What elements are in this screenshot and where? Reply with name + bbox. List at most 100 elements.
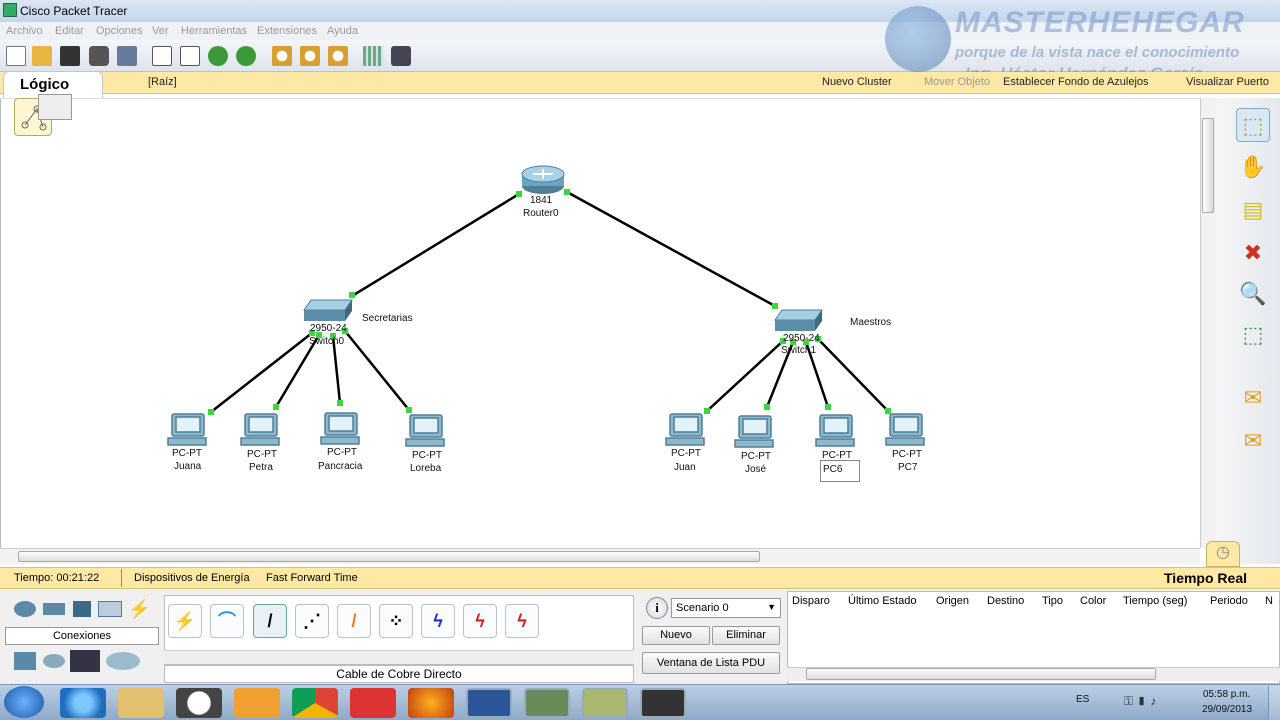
pc-type: PC-PT <box>892 449 922 460</box>
router-icon[interactable] <box>521 165 565 194</box>
pc-icon[interactable] <box>885 413 925 446</box>
pc-type: PC-PT <box>247 449 277 460</box>
pc-name: Juana <box>174 461 202 472</box>
phone-cable-icon[interactable]: ⁘ <box>379 604 413 638</box>
serial-dce-icon[interactable]: ϟ <box>463 604 497 638</box>
column-header[interactable]: Destino <box>987 595 1024 607</box>
add-complex-pdu-icon[interactable]: ✉ <box>1236 424 1270 458</box>
custom-devices-category-icon[interactable] <box>70 650 100 672</box>
scenario-select[interactable]: Scenario 0 ▼ <box>671 598 781 618</box>
clock-app-icon[interactable] <box>176 688 222 718</box>
internet-explorer-icon[interactable] <box>60 688 106 718</box>
fiber-icon[interactable]: / <box>337 604 371 638</box>
pc-name: Petra <box>249 462 273 473</box>
multiuser-connection-icon[interactable] <box>106 652 140 670</box>
pc-type: PC-PT <box>671 448 701 459</box>
pc-type: PC-PT <box>412 450 442 461</box>
tray-icons[interactable]: ⚿▮♪ <box>1124 694 1174 708</box>
new-scenario-button[interactable]: Nuevo <box>642 626 710 645</box>
connections-category-icon[interactable]: ⚡ <box>128 599 150 619</box>
switch1-model: 2950-24 <box>783 333 820 344</box>
console-cable-icon[interactable]: ⌒ <box>210 604 244 638</box>
scenario-selected: Scenario 0 <box>676 602 729 614</box>
pc-type: PC-PT <box>741 451 771 462</box>
auto-connection-icon[interactable]: ⚡ <box>168 604 202 638</box>
pc-name: PC7 <box>898 462 918 473</box>
switch1-name: Switch1 <box>781 345 817 356</box>
horizontal-scroll-thumb[interactable] <box>18 551 760 562</box>
media-player-icon[interactable] <box>234 688 280 718</box>
switch1-icon[interactable] <box>774 309 823 331</box>
select-tool-icon[interactable]: ⬚ <box>1236 108 1270 142</box>
realtime-mode-icon[interactable]: ◷ <box>1206 541 1240 567</box>
column-header[interactable]: Disparo <box>792 595 830 607</box>
pdu-table-scroll-thumb[interactable] <box>806 668 1156 680</box>
todoist-icon[interactable] <box>350 688 396 718</box>
copper-straight-through-icon[interactable]: / <box>253 604 287 638</box>
switch0-name: Switch0 <box>309 336 345 347</box>
pc-name-edit-field[interactable]: PC6 <box>820 460 860 482</box>
column-header[interactable]: Periodo <box>1210 595 1248 607</box>
column-header[interactable]: Tipo <box>1042 595 1063 607</box>
column-header[interactable]: Último Estado <box>848 595 916 607</box>
column-header[interactable]: Tiempo (seg) <box>1123 595 1187 607</box>
hubs-category-icon[interactable] <box>73 601 91 617</box>
router-model: 1841 <box>530 195 553 206</box>
chrome-icon[interactable] <box>292 688 338 718</box>
router-name: Router0 <box>523 208 559 219</box>
language-indicator[interactable]: ES <box>1076 694 1089 705</box>
add-simple-pdu-icon[interactable]: ✉ <box>1236 381 1270 415</box>
realtime-mode-label[interactable]: Tiempo Real <box>1164 570 1247 586</box>
start-button[interactable] <box>4 686 44 718</box>
device-list-scrollbar[interactable] <box>164 650 634 664</box>
pc-icon[interactable] <box>665 413 705 446</box>
time-display: Tiempo: 00:21:22 <box>14 572 100 584</box>
switches-category-icon[interactable] <box>43 603 65 615</box>
switch0-model: 2950-24 <box>310 323 347 334</box>
clock-time[interactable]: 05:58 p.m. <box>1203 689 1250 700</box>
pc-type: PC-PT <box>327 447 357 458</box>
switch0-icon[interactable] <box>303 299 353 321</box>
file-explorer-icon[interactable] <box>118 688 164 718</box>
column-header[interactable]: Color <box>1080 595 1106 607</box>
camera-app-icon[interactable] <box>640 688 686 718</box>
pc-name: Juan <box>674 462 696 473</box>
word-icon[interactable] <box>466 688 512 718</box>
packet-tracer-task-icon[interactable] <box>524 688 570 718</box>
firefox-icon[interactable] <box>408 688 454 718</box>
pc-name: Pancracia <box>318 461 363 472</box>
routers-category-icon[interactable] <box>14 601 36 617</box>
pc-icon[interactable] <box>240 413 280 446</box>
serial-dte-icon[interactable]: ϟ <box>505 604 539 638</box>
place-note-icon[interactable]: ▤ <box>1236 193 1270 227</box>
fast-forward-time[interactable]: Fast Forward Time <box>266 572 358 584</box>
column-header[interactable]: Origen <box>936 595 969 607</box>
selected-device-label: Cable de Cobre Directo <box>164 665 634 683</box>
pc-name: Loreba <box>410 463 442 474</box>
copper-cross-over-icon[interactable]: ⋰ <box>295 604 329 638</box>
pc-icon[interactable] <box>167 413 207 446</box>
info-icon[interactable]: i <box>646 597 668 619</box>
show-desktop-button[interactable] <box>1268 686 1280 720</box>
end-devices-icon[interactable] <box>14 652 36 670</box>
column-header[interactable]: N <box>1265 595 1273 607</box>
inspect-icon[interactable]: 🔍 <box>1236 277 1270 311</box>
coaxial-cable-icon[interactable]: ϟ <box>421 604 455 638</box>
resize-shape-icon[interactable]: ⬚ <box>1236 318 1270 352</box>
clock-date[interactable]: 29/09/2013 <box>1202 704 1252 715</box>
power-cycle-devices[interactable]: Dispositivos de Energía <box>134 572 250 584</box>
delete-scenario-button[interactable]: Eliminar <box>712 626 780 645</box>
delete-icon[interactable]: ✖ <box>1236 236 1270 270</box>
chevron-down-icon: ▼ <box>767 602 776 612</box>
wireless-category-icon[interactable] <box>98 601 122 617</box>
vertical-scroll-thumb[interactable] <box>1202 118 1214 213</box>
pc-icon[interactable] <box>320 412 360 445</box>
wan-emulation-icon[interactable] <box>43 654 65 668</box>
pc-icon[interactable] <box>405 414 445 447</box>
pc-icon[interactable] <box>734 415 774 448</box>
move-layout-icon[interactable]: ✋ <box>1236 150 1270 184</box>
notes-app-icon[interactable] <box>582 688 628 718</box>
pc-icon[interactable] <box>815 414 855 447</box>
pdu-list-window-button[interactable]: Ventana de Lista PDU <box>642 652 780 674</box>
status-divider <box>121 569 122 587</box>
